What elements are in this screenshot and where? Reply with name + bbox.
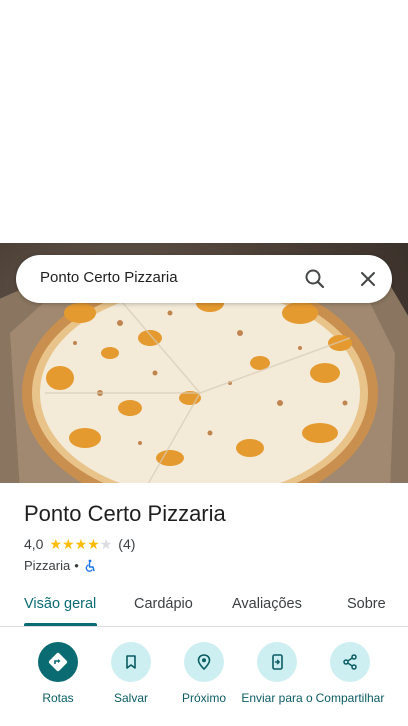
star-rating: ★ ★ ★ ★ ★ xyxy=(49,537,112,551)
send-to-phone-icon xyxy=(257,642,297,682)
send-to-phone-label: Enviar para o xyxy=(241,691,313,705)
search-query[interactable]: Ponto Certo Pizzaria xyxy=(40,269,178,286)
save-button[interactable]: Salvar xyxy=(93,642,169,705)
action-bar: Rotas Salvar Próximo Enviar para o Compa… xyxy=(0,640,408,726)
save-label: Salvar xyxy=(113,691,148,705)
place-info: Ponto Certo Pizzaria 4,0 ★ ★ ★ ★ ★ (4) Pizza… xyxy=(24,500,394,573)
search-bar[interactable]: Ponto Certo Pizzaria xyxy=(16,255,392,303)
separator-dot: • xyxy=(74,558,79,573)
map-blank-area xyxy=(0,0,408,243)
tab-overview[interactable]: Visão geral xyxy=(24,596,96,612)
review-count: (4) xyxy=(118,536,136,552)
place-title: Ponto Certo Pizzaria xyxy=(24,501,226,526)
nearby-icon xyxy=(184,642,224,682)
star-filled-icon: ★ xyxy=(49,536,63,552)
close-icon[interactable] xyxy=(354,265,382,293)
share-button[interactable]: Compartilhar xyxy=(312,642,388,705)
active-tab-indicator xyxy=(24,623,97,626)
directions-label: Rotas xyxy=(42,691,74,705)
tab-about[interactable]: Sobre xyxy=(347,596,386,612)
bookmark-icon xyxy=(111,642,151,682)
tab-reviews[interactable]: Avaliações xyxy=(232,596,302,612)
wheelchair-accessible-icon xyxy=(83,559,97,573)
share-label: Compartilhar xyxy=(315,691,385,705)
star-empty-icon: ★ xyxy=(99,536,113,552)
star-filled-icon: ★ xyxy=(87,536,100,552)
send-to-phone-button[interactable]: Enviar para o xyxy=(239,642,315,705)
tab-menu[interactable]: Cardápio xyxy=(134,596,193,612)
tab-bar: Visão geral Cardápio Avaliações Sobre xyxy=(0,585,408,627)
nearby-label: Próximo xyxy=(181,691,226,705)
search-icon[interactable] xyxy=(301,265,329,293)
directions-button[interactable]: Rotas xyxy=(20,642,96,705)
rating-value: 4,0 xyxy=(24,536,44,552)
category-label: Pizzaria xyxy=(24,558,71,573)
rating-row[interactable]: 4,0 ★ ★ ★ ★ ★ (4) xyxy=(24,536,394,552)
star-filled-icon: ★ xyxy=(74,536,88,552)
share-icon xyxy=(330,642,370,682)
category-row: Pizzaria • xyxy=(24,558,394,573)
star-filled-icon: ★ xyxy=(62,536,75,552)
directions-icon xyxy=(38,642,78,682)
nearby-button[interactable]: Próximo xyxy=(166,642,242,705)
